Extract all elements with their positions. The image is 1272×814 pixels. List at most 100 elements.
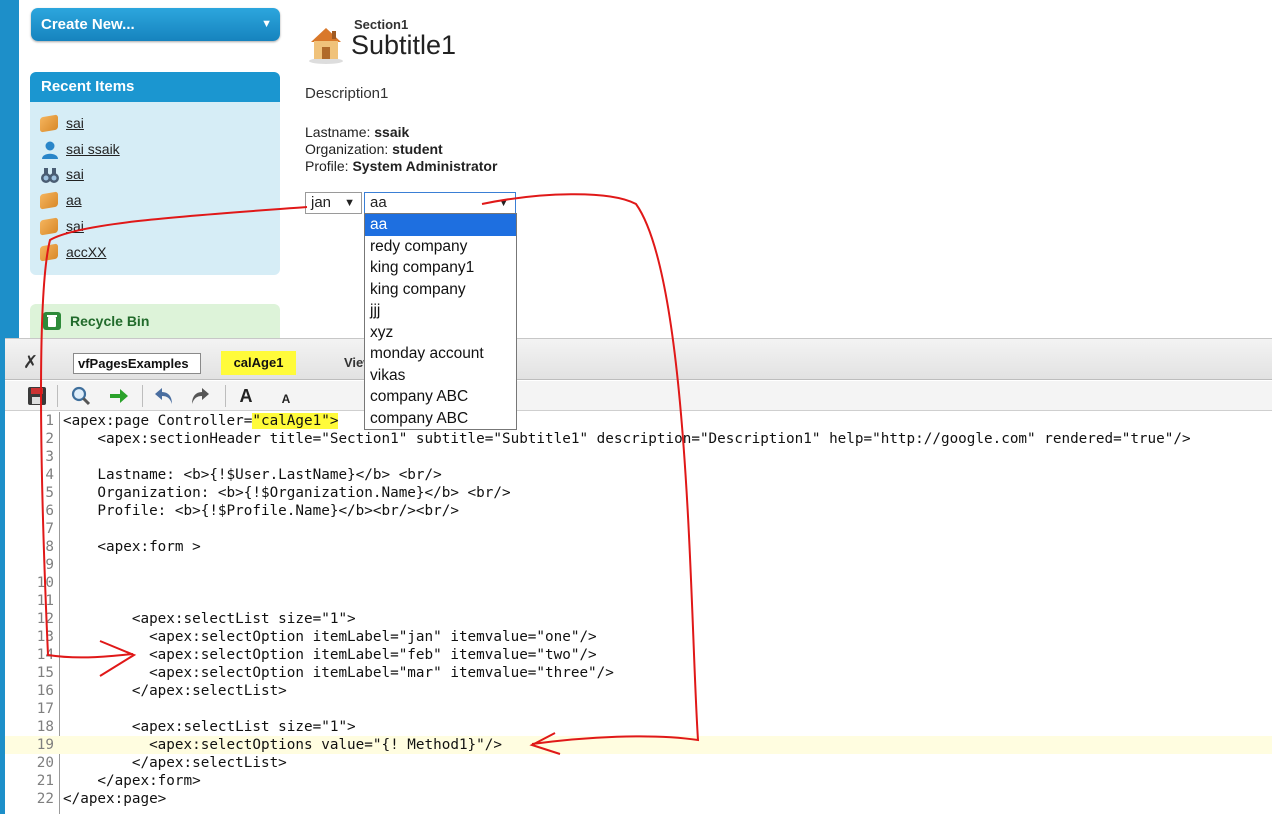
salesforce-page: Create New... ▼ Recent Items sai sai ssa… [0,0,1272,338]
organization-label: Organization: [305,141,389,157]
code-text: </apex:selectList> [63,683,287,699]
list-item[interactable]: accXX [30,239,280,265]
profile-value: System Administrator [352,158,498,174]
account-box-icon [40,191,60,210]
account-box-icon [40,114,60,133]
dropdown-option[interactable]: company ABC [365,386,516,408]
code-line[interactable]: 10 [5,574,1272,592]
code-line[interactable]: 17 [5,700,1272,718]
organization-row: Organization: student [305,141,443,157]
font-decrease-icon[interactable]: A [275,389,297,409]
list-item[interactable]: sai ssaik [30,136,280,162]
undo-icon[interactable] [153,386,175,406]
code-line[interactable]: 21 </apex:form> [5,772,1272,790]
dropdown-option[interactable]: jjj [365,300,516,322]
code-line[interactable]: 3 [5,448,1272,466]
code-line[interactable]: 22 </apex:page> [5,790,1272,808]
dropdown-option[interactable]: king company [365,279,516,301]
line-number: 2 [45,431,54,447]
chevron-down-icon: ▼ [261,18,272,30]
code-line[interactable]: 8 <apex:form > [5,538,1272,556]
code-text: Lastname: <b>{!$User.LastName}</b> <br/> [63,467,442,483]
code-line[interactable]: 9 [5,556,1272,574]
recent-item-link[interactable]: sai [66,166,84,182]
code-line[interactable]: 4 Lastname: <b>{!$User.LastName}</b> <br… [5,466,1272,484]
code-editor[interactable]: 1 <apex:page Controller="calAge1"> 2 <apex… [5,412,1272,814]
line-number: 8 [45,539,54,555]
code-line[interactable]: 18 <apex:selectList size="1"> [5,718,1272,736]
recycle-bin-icon [43,312,61,330]
code-line[interactable]: 1 <apex:page Controller="calAge1"> [5,412,1272,430]
line-number: 15 [36,665,54,681]
page-description: Description1 [305,85,389,102]
create-new-button[interactable]: Create New... ▼ [31,8,280,41]
code-line[interactable]: 16 </apex:selectList> [5,682,1272,700]
line-number: 20 [36,755,54,771]
account-select[interactable]: aa ▼ [364,192,516,214]
recent-item-link[interactable]: accXX [66,244,106,260]
dropdown-option[interactable]: company ABC [365,408,516,430]
list-item[interactable]: sai [30,110,280,136]
line-number: 14 [36,647,54,663]
redo-icon[interactable] [189,386,211,406]
code-line[interactable]: 7 [5,520,1272,538]
lastname-row: Lastname: ssaik [305,124,409,140]
month-select[interactable]: jan ▼ [305,192,362,214]
dropdown-option[interactable]: monday account [365,343,516,365]
dropdown-option[interactable]: xyz [365,322,516,344]
house-icon [309,28,343,64]
code-line[interactable]: 6 Profile: <b>{!$Profile.Name}</b><br/><… [5,502,1272,520]
code-line[interactable]: 12 <apex:selectList size="1"> [5,610,1272,628]
code-text: <apex:selectOption itemLabel="feb" itemv… [63,647,597,663]
code-text: Profile: <b>{!$Profile.Name}</b><br/><br… [63,503,459,519]
line-number: 3 [45,449,54,465]
line-number: 17 [36,701,54,717]
code-line[interactable]: 19 <apex:selectOptions value="{! Method1… [5,736,1272,754]
code-text: </apex:selectList> [63,755,287,771]
person-icon [40,140,60,159]
account-box-icon [40,217,60,236]
line-number: 18 [36,719,54,735]
list-item[interactable]: aa [30,187,280,213]
dropdown-option[interactable]: king company1 [365,257,516,279]
recent-item-link[interactable]: sai ssaik [66,141,120,157]
close-icon[interactable]: ✗ [23,352,38,373]
dropdown-option[interactable]: vikas [365,365,516,387]
line-number: 5 [45,485,54,501]
code-text: <apex:sectionHeader title="Section1" sub… [63,431,1191,447]
code-line[interactable]: 14 <apex:selectOption itemLabel="feb" it… [5,646,1272,664]
code-line[interactable]: 5 Organization: <b>{!$Organization.Name}… [5,484,1272,502]
font-increase-icon[interactable]: A [235,386,257,406]
line-number: 6 [45,503,54,519]
code-line[interactable]: 13 <apex:selectOption itemLabel="jan" it… [5,628,1272,646]
profile-row: Profile: System Administrator [305,158,497,174]
dropdown-option[interactable]: redy company [365,236,516,258]
tab-calage1[interactable]: calAge1 [221,351,296,375]
lastname-value: ssaik [374,124,410,140]
code-text: <apex:selectOption itemLabel="mar" itemv… [63,665,614,681]
search-icon[interactable] [70,386,92,406]
toolbar-divider [225,385,226,407]
code-text: </apex:page> [63,791,167,807]
code-line[interactable]: 2 <apex:sectionHeader title="Section1" s… [5,430,1272,448]
recent-item-link[interactable]: sai [66,115,84,131]
recycle-bin[interactable]: Recycle Bin [30,304,280,338]
page-title: Subtitle1 [351,30,457,60]
tab-vfpagesexamples[interactable]: vfPagesExamples [73,353,201,374]
recent-item-link[interactable]: sai [66,218,84,234]
recent-items-header: Recent Items [30,72,280,102]
chevron-down-icon: ▼ [498,197,509,209]
binoculars-icon [40,165,60,184]
dropdown-option[interactable]: aa [365,214,516,236]
code-line[interactable]: 11 [5,592,1272,610]
code-line[interactable]: 15 <apex:selectOption itemLabel="mar" it… [5,664,1272,682]
recent-item-link[interactable]: aa [66,192,82,208]
list-item[interactable]: sai [30,213,280,239]
list-item[interactable]: sai [30,162,280,188]
go-arrow-icon[interactable] [108,386,130,406]
save-icon[interactable] [26,386,48,406]
line-number: 21 [36,773,54,789]
developer-console: ✗ vfPagesExamples calAge1 View A A 1 <ape… [0,338,1272,814]
code-text: <apex:selectList size="1"> [63,719,356,735]
code-line[interactable]: 20 </apex:selectList> [5,754,1272,772]
